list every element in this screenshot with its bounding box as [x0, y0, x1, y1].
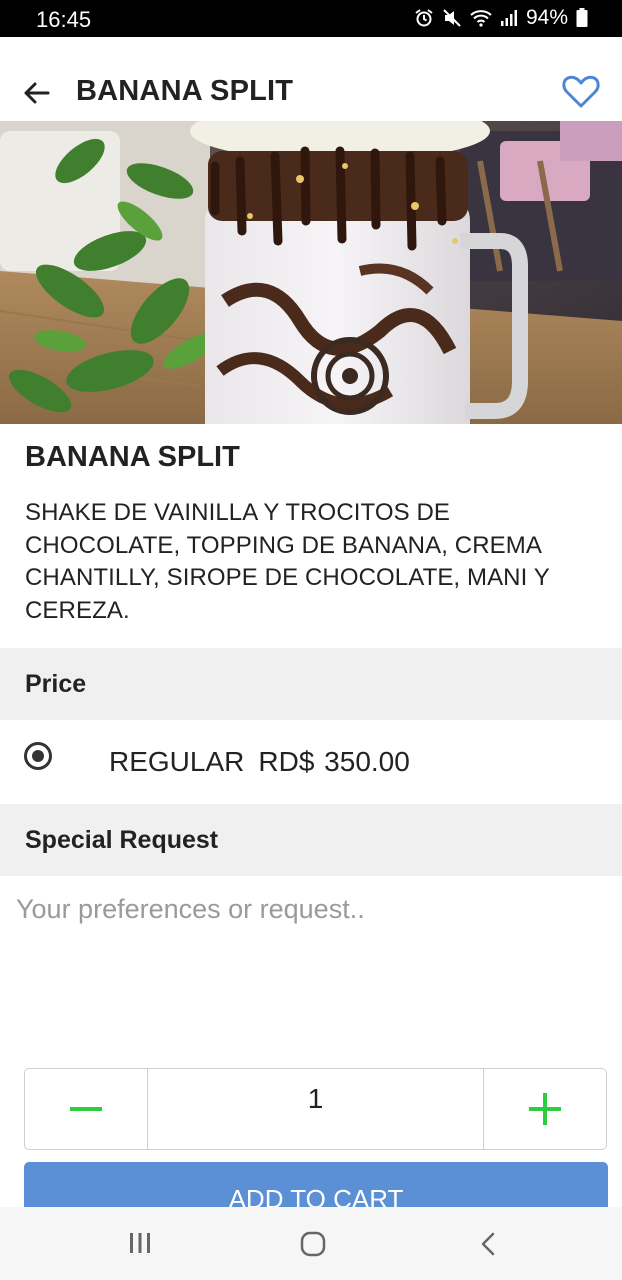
price-section-label: Price — [25, 670, 87, 698]
plus-icon — [529, 1093, 561, 1125]
quantity-stepper: 1 — [24, 1068, 607, 1150]
mute-icon — [443, 9, 461, 27]
back-arrow-icon[interactable] — [20, 77, 52, 109]
milkshake-photo — [0, 121, 622, 424]
page-title: BANANA SPLIT — [76, 75, 294, 107]
price-option-amount: RD$ 350.00 — [258, 746, 410, 777]
app-header: BANANA SPLIT — [0, 37, 622, 121]
decrease-quantity-button[interactable] — [25, 1069, 147, 1149]
item-description: SHAKE DE VAINILLA Y TROCITOS DE CHOCOLAT… — [25, 499, 550, 624]
price-radio-selected[interactable] — [24, 742, 52, 770]
favorite-heart-icon[interactable] — [561, 71, 601, 111]
minus-icon — [70, 1107, 102, 1111]
price-option-size: REGULAR — [109, 746, 245, 777]
status-time: 16:45 — [36, 7, 92, 32]
product-image — [0, 121, 622, 424]
special-request-header: Special Request — [0, 804, 622, 876]
status-bar: 16:45 94% — [0, 0, 622, 37]
system-nav-bar — [0, 1207, 622, 1280]
item-name: BANANA SPLIT — [25, 441, 240, 473]
alarm-icon — [415, 9, 433, 27]
wifi-icon — [470, 10, 492, 27]
price-section-header: Price — [0, 648, 622, 720]
special-request-input[interactable] — [0, 876, 622, 1056]
home-icon[interactable] — [300, 1231, 326, 1257]
increase-quantity-button[interactable] — [484, 1069, 606, 1149]
system-back-icon[interactable] — [478, 1231, 498, 1257]
battery-percent: 94% — [525, 6, 568, 29]
price-option-label: REGULAR RD$ 350.00 — [109, 746, 410, 778]
status-icons: 94% — [414, 6, 588, 30]
battery-icon — [576, 8, 588, 27]
price-option-regular[interactable]: REGULAR RD$ 350.00 — [0, 720, 622, 804]
signal-icon — [500, 10, 517, 26]
special-request-label: Special Request — [25, 826, 219, 854]
quantity-value: 1 — [147, 1069, 484, 1149]
recent-apps-icon[interactable] — [128, 1231, 152, 1255]
